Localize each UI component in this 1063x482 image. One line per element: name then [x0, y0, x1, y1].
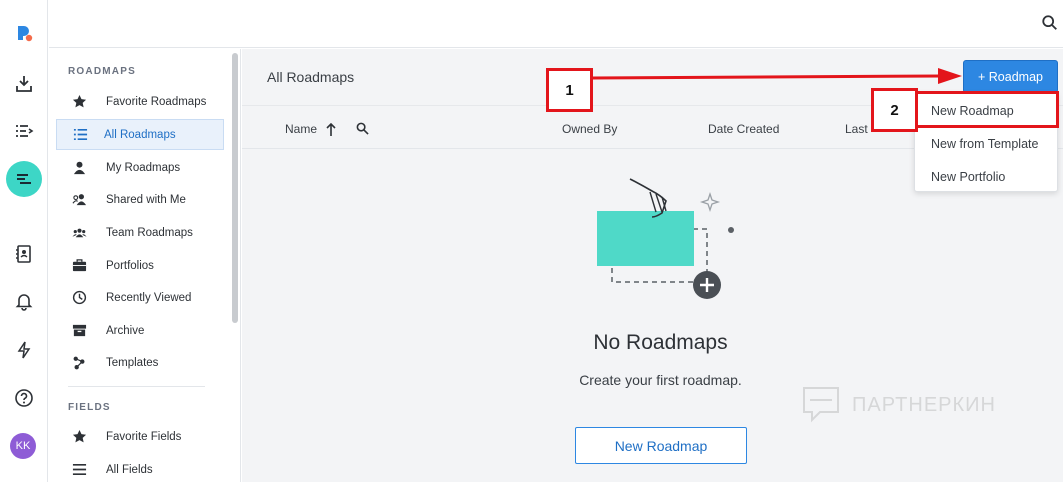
column-last[interactable]: Last: [845, 122, 868, 136]
empty-state-title: No Roadmaps: [593, 331, 728, 354]
list-icon: [65, 127, 95, 142]
user-avatar[interactable]: KK: [10, 433, 36, 459]
sidebar-scrollbar[interactable]: [232, 53, 238, 323]
sidebar-item-team-roadmaps[interactable]: Team Roadmaps: [56, 217, 224, 248]
briefcase-icon: [64, 258, 94, 273]
annotation-step-1: 1: [546, 68, 593, 112]
section-roadmaps: ROADMAPS: [68, 66, 136, 77]
sidebar-item-all-fields[interactable]: All Fields: [56, 454, 224, 482]
bell-icon: [15, 294, 33, 311]
clock-icon: [64, 290, 94, 305]
sidebar-item-label: Portfolios: [106, 259, 154, 272]
sidebar-item-portfolios[interactable]: Portfolios: [56, 250, 224, 281]
download-tray-icon: [16, 76, 32, 92]
page-title: All Roadmaps: [267, 69, 355, 85]
sidebar-item-all-roadmaps[interactable]: All Roadmaps: [56, 119, 224, 150]
user-icon: [64, 160, 94, 175]
sidebar-item-label: Team Roadmaps: [106, 226, 193, 239]
sidebar-item-label: Favorite Fields: [106, 430, 182, 443]
new-roadmap-button[interactable]: New Roadmap: [575, 427, 747, 464]
sidebar-item-favorite-roadmaps[interactable]: Favorite Roadmaps: [56, 86, 224, 117]
add-roadmap-button[interactable]: + Roadmap: [963, 60, 1058, 93]
rail-activity-button[interactable]: [6, 332, 42, 368]
left-rail: KK: [0, 0, 48, 482]
sidebar-item-label: Shared with Me: [106, 193, 186, 206]
sidebar-item-label: Templates: [106, 356, 159, 369]
empty-roadmap-illustration: [597, 178, 734, 299]
help-icon: [15, 389, 33, 407]
menu-item-new-portfolio[interactable]: New Portfolio: [915, 160, 1059, 193]
sidebar-item-archive[interactable]: Archive: [56, 315, 224, 346]
rail-help-button[interactable]: [6, 380, 42, 416]
team-icon: [64, 225, 94, 240]
templates-icon: [64, 355, 94, 370]
users-shared-icon: [64, 192, 94, 207]
rail-roadmaps-button[interactable]: [6, 161, 42, 197]
sidebar-item-shared-with-me[interactable]: Shared with Me: [56, 184, 224, 215]
rail-notifications-button[interactable]: [6, 283, 42, 319]
star-icon: [64, 429, 94, 444]
column-search-icon[interactable]: [356, 122, 369, 135]
column-name[interactable]: Name: [285, 122, 317, 136]
sidebar-item-my-roadmaps[interactable]: My Roadmaps: [56, 152, 224, 183]
sidebar-item-label: All Fields: [106, 463, 153, 476]
column-owned-by[interactable]: Owned By: [562, 122, 617, 136]
section-fields: FIELDS: [68, 402, 111, 413]
top-bar: [49, 0, 1063, 48]
archive-icon: [64, 323, 94, 338]
roadmap-bars-icon: [17, 174, 31, 184]
annotation-step-2: 2: [871, 88, 918, 132]
search-icon[interactable]: [1041, 14, 1059, 32]
app-logo[interactable]: [6, 15, 42, 51]
watermark: ПАРТНЕРКИН: [800, 384, 996, 426]
list-arrow-icon: [16, 125, 34, 137]
menu-item-new-from-template[interactable]: New from Template: [915, 127, 1059, 160]
sidebar-item-label: All Roadmaps: [104, 128, 176, 141]
sidebar-item-templates[interactable]: Templates: [56, 347, 224, 378]
sidebar: ROADMAPS Favorite Roadmaps All Roadmaps …: [49, 49, 241, 482]
sidebar-item-label: Favorite Roadmaps: [106, 95, 207, 108]
sidebar-divider: [68, 386, 205, 387]
sidebar-item-label: My Roadmaps: [106, 161, 181, 174]
annotation-highlight-new-roadmap: [914, 91, 1059, 128]
sidebar-item-favorite-fields[interactable]: Favorite Fields: [56, 421, 224, 452]
sidebar-item-recently-viewed[interactable]: Recently Viewed: [56, 282, 224, 313]
sort-up-icon[interactable]: [326, 123, 336, 136]
logo-icon: [18, 26, 33, 42]
rail-contacts-button[interactable]: [6, 236, 42, 272]
star-icon: [64, 94, 94, 109]
column-date-created[interactable]: Date Created: [708, 122, 779, 136]
rail-backlog-button[interactable]: [6, 113, 42, 149]
sidebar-item-label: Recently Viewed: [106, 291, 192, 304]
watermark-logo-icon: [803, 387, 839, 423]
lines-icon: [64, 462, 94, 477]
contact-book-icon: [16, 245, 31, 263]
lightning-icon: [17, 341, 31, 359]
watermark-text: ПАРТНЕРКИН: [852, 393, 996, 416]
rail-import-button[interactable]: [6, 66, 42, 102]
sidebar-item-label: Archive: [106, 324, 145, 337]
